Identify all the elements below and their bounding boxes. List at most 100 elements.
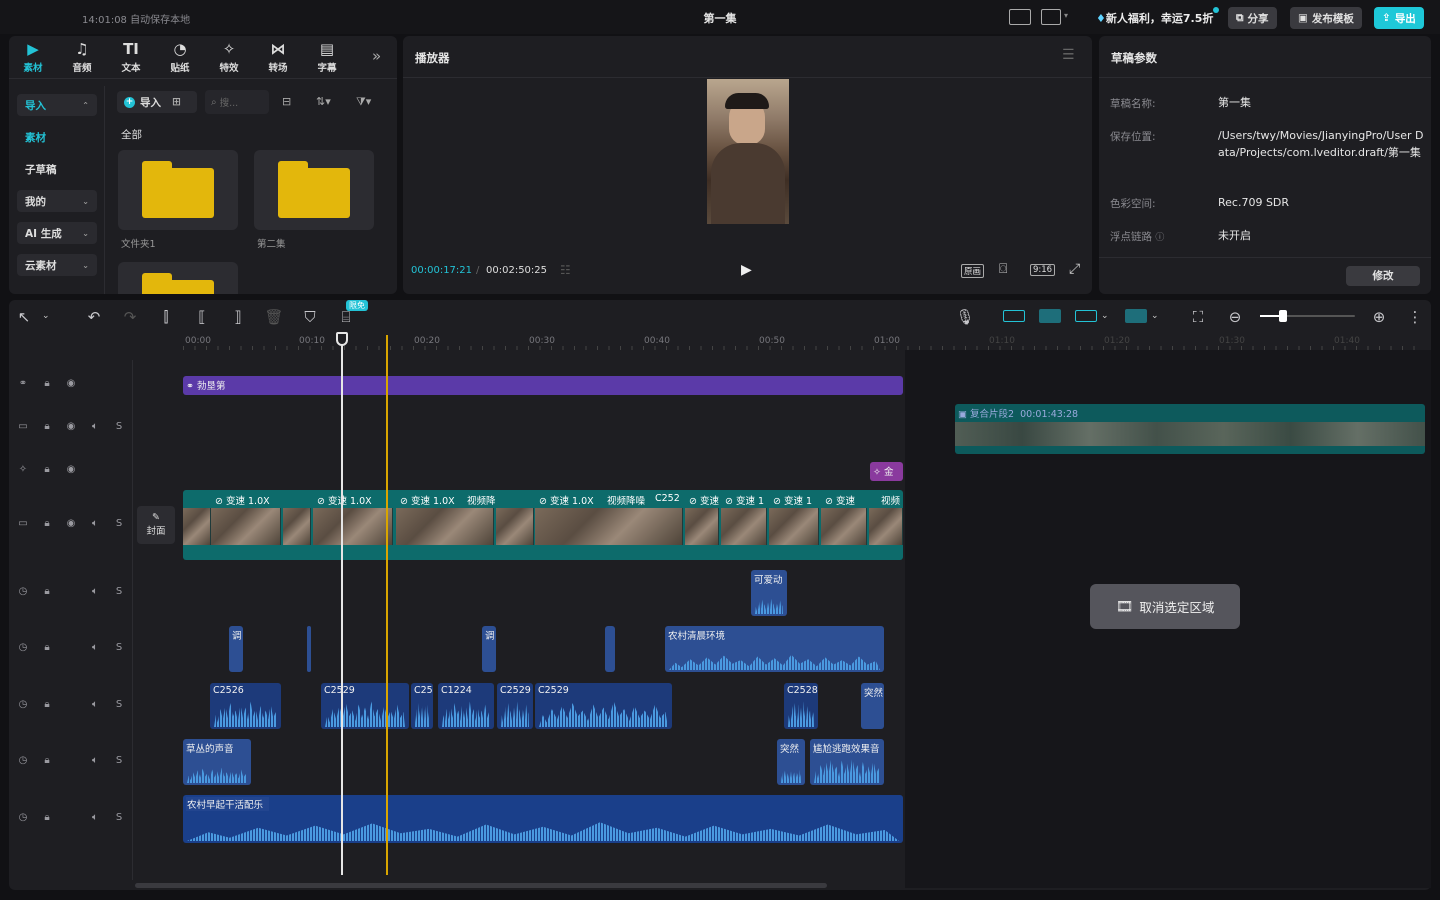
publish-template-button[interactable]: ▣ 发布模板	[1290, 7, 1362, 29]
lock-icon[interactable]: 🔒︎	[40, 378, 54, 389]
audio-clip[interactable]: C1224	[438, 683, 494, 729]
volume-icon[interactable]: 🔈︎	[88, 518, 102, 529]
eye-icon[interactable]: ◉	[64, 464, 78, 475]
lock-icon[interactable]: 🔒︎	[40, 642, 54, 653]
audio-clip[interactable]: 调	[482, 626, 496, 672]
lock-icon[interactable]: 🔒︎	[40, 812, 54, 823]
more-options-icon[interactable]: ⋮	[1405, 308, 1425, 326]
audio-clip[interactable]: 农村清晨环境	[665, 626, 884, 672]
chevron-down-icon[interactable]: ⌄	[1151, 311, 1159, 321]
shield-icon[interactable]: ⛉	[300, 308, 320, 326]
sidebar-item-import[interactable]: 导入 ⌃	[17, 94, 97, 116]
deselect-area-button[interactable]: 🎞︎ 取消选定区域	[1090, 584, 1240, 629]
zoom-in-icon[interactable]: ⊕	[1369, 308, 1389, 326]
audio-clip[interactable]: 突然	[777, 739, 805, 785]
filter-clip[interactable]: ⚭ 勃垦第	[183, 376, 903, 395]
chevron-down-icon[interactable]: ⌄	[1101, 311, 1109, 321]
play-icon[interactable]: ▶	[741, 262, 752, 278]
audio-clip[interactable]: 突然	[861, 683, 884, 729]
view-toggle-icon[interactable]: ⊟	[282, 95, 291, 108]
folder-card[interactable]	[254, 150, 374, 230]
volume-icon[interactable]: 🔈︎	[88, 642, 102, 653]
modify-button[interactable]: 修改	[1346, 266, 1420, 286]
undo-icon[interactable]: ↶	[84, 308, 104, 326]
frames-icon[interactable]: ☷	[560, 263, 571, 277]
audio-clip[interactable]: C2526	[210, 683, 281, 729]
tab-text[interactable]: TI 文本	[108, 40, 154, 76]
audio-clip[interactable]	[605, 626, 615, 672]
fullscreen-icon[interactable]: ⤢	[1069, 261, 1080, 277]
folder-card[interactable]	[118, 150, 238, 230]
lock-icon[interactable]: 🔒︎	[40, 586, 54, 597]
solo-icon[interactable]: S	[112, 518, 126, 529]
zoom-slider-handle[interactable]	[1279, 310, 1287, 322]
playhead[interactable]	[341, 335, 343, 875]
help-icon[interactable]: ⓘ	[1155, 233, 1164, 243]
audio-clip[interactable]: C25	[411, 683, 433, 729]
select-tool-icon[interactable]: ↖	[14, 308, 34, 326]
search-input[interactable]: ⌕ 搜...	[205, 90, 269, 114]
eye-icon[interactable]: ◉	[64, 421, 78, 432]
link-main-track-icon[interactable]	[1003, 310, 1025, 322]
redo-icon[interactable]: ↷	[120, 308, 140, 326]
microphone-icon[interactable]: 🎙	[955, 308, 975, 326]
tab-sticker[interactable]: ◔ 贴纸	[157, 40, 203, 76]
main-video-track[interactable]: ⊘ 变速 1.0X ⊘ 变速 1.0X ⊘ 变速 1.0X 视频降 ⊘ 变速 1…	[183, 490, 903, 560]
snap-icon[interactable]	[1039, 309, 1061, 323]
linkage-icon[interactable]	[1075, 310, 1097, 322]
audio-clip[interactable]: C2529	[535, 683, 672, 729]
lock-icon[interactable]: 🔒︎	[40, 755, 54, 766]
zoom-to-fit-icon[interactable]: ⛶	[1188, 308, 1208, 326]
compound-clip[interactable]: ▣ 复合片段2 00:01:43:28	[955, 404, 1425, 454]
solo-icon[interactable]: S	[112, 421, 126, 432]
more-tabs-icon[interactable]: »	[372, 47, 381, 65]
solo-icon[interactable]: S	[112, 586, 126, 597]
chevron-down-icon[interactable]: ⌄	[42, 311, 50, 321]
volume-icon[interactable]: 🔈︎	[88, 586, 102, 597]
tab-audio[interactable]: ♫ 音频	[59, 40, 105, 76]
solo-icon[interactable]: S	[112, 642, 126, 653]
lock-icon[interactable]: 🔒︎	[40, 421, 54, 432]
volume-icon[interactable]: 🔈︎	[88, 755, 102, 766]
playhead-handle[interactable]	[336, 332, 348, 346]
sidebar-item-cloud[interactable]: 云素材 ⌄	[17, 254, 97, 276]
chevron-down-icon[interactable]: ▾	[1064, 11, 1068, 20]
audio-clip[interactable]	[307, 626, 311, 672]
solo-icon[interactable]: S	[112, 699, 126, 710]
lock-icon[interactable]: 🔒︎	[40, 699, 54, 710]
lock-icon[interactable]: 🔒︎	[40, 464, 54, 475]
tab-media[interactable]: ▶ 素材	[10, 40, 56, 76]
promo-banner[interactable]: ♦新人福利，幸运7.5折	[1096, 10, 1213, 26]
audio-clip[interactable]: 尴尬逃跑效果音	[810, 739, 884, 785]
layout-icon[interactable]	[1041, 9, 1061, 25]
audio-clip[interactable]: 草丛的声音	[183, 739, 251, 785]
eye-icon[interactable]: ◉	[64, 378, 78, 389]
menu-icon[interactable]: ☰	[1062, 47, 1075, 63]
filter-icon[interactable]: ⧩▾	[356, 95, 371, 109]
delete-icon[interactable]: 🗑	[264, 308, 284, 326]
split-right-icon[interactable]: ⟧	[228, 308, 248, 326]
solo-icon[interactable]: S	[112, 812, 126, 823]
sidebar-item-mine[interactable]: 我的 ⌄	[17, 190, 97, 212]
volume-icon[interactable]: 🔈︎	[88, 421, 102, 432]
split-left-icon[interactable]: ⟦	[192, 308, 212, 326]
sidebar-item-ai[interactable]: AI 生成 ⌄	[17, 222, 97, 244]
screenshot-icon[interactable]: ⌼	[999, 261, 1007, 277]
folder-card[interactable]	[118, 262, 238, 294]
horizontal-scrollbar[interactable]	[135, 883, 827, 888]
audio-clip[interactable]: 调	[229, 626, 243, 672]
sort-icon[interactable]: ⇅▾	[316, 95, 331, 108]
audio-clip[interactable]: C2529	[321, 683, 409, 729]
tab-effects[interactable]: ✧ 特效	[206, 40, 252, 76]
zoom-slider-track[interactable]	[1260, 315, 1355, 317]
video-preview[interactable]	[707, 79, 789, 224]
preview-axis-icon[interactable]	[1125, 309, 1147, 323]
sidebar-item-subdraft[interactable]: 子草稿	[17, 158, 97, 180]
import-button[interactable]: + 导入 ⊞	[117, 91, 197, 113]
tab-transition[interactable]: ⋈ 转场	[255, 40, 301, 76]
share-button[interactable]: ⧉ 分享	[1228, 7, 1277, 29]
sidebar-item-media[interactable]: 素材	[17, 126, 97, 148]
export-button[interactable]: ⇪ 导出	[1374, 7, 1424, 29]
original-quality-button[interactable]: 原画	[961, 264, 985, 278]
aspect-ratio-button[interactable]: 9:16	[1030, 264, 1056, 276]
